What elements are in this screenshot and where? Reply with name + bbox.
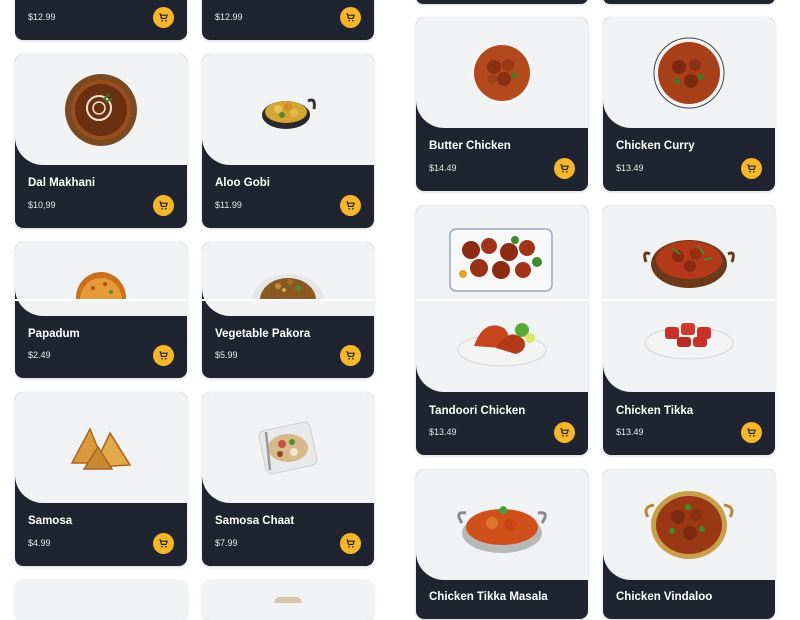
image-divider [202,299,374,301]
dish-price: $10,99 [28,200,56,210]
image-divider [416,299,588,301]
samosa-chaat-image [258,421,318,474]
dish-price: $13.49 [616,427,644,437]
aloo-gobi-image [262,98,316,129]
dish-name: Papadum [28,328,80,340]
dish-price: $12.99 [215,12,243,22]
samosa-image [70,426,132,470]
dish-name: Aloo Gobi [215,177,270,189]
tandoori-chicken-image [457,323,547,367]
dish-image [603,205,775,392]
dish-image [603,17,775,128]
vegetable-pakora-image [252,274,324,300]
dish-name: Tandoori Chicken [429,405,526,417]
add-to-cart-button[interactable] [741,422,762,443]
cart-icon [747,164,757,173]
add-to-cart-button[interactable] [153,533,174,554]
dish-price: $4.99 [28,538,51,548]
dish-price: $5.99 [215,350,238,360]
cart-icon [346,13,356,22]
dish-name: Chicken Curry [616,140,695,152]
cart-icon [159,13,169,22]
add-to-cart-button[interactable] [554,422,575,443]
add-to-cart-button[interactable] [340,195,361,216]
menu-card[interactable]: Papadum $2.49 [15,242,187,378]
chicken-karahi-image [643,240,735,288]
dish-name: Butter Chicken [429,140,511,152]
chicken-tikka-image [644,323,734,360]
add-to-cart-button[interactable] [340,345,361,366]
dish-price: $2.49 [28,350,51,360]
dish-image-partial [274,597,302,603]
cart-icon [159,201,169,210]
menu-card[interactable]: Samosa $4.99 [15,392,187,566]
dish-image [202,54,374,165]
add-to-cart-button[interactable] [340,533,361,554]
dish-name: Chicken Tikka [616,405,694,417]
add-to-cart-button[interactable] [153,345,174,366]
dish-image [416,17,588,128]
add-to-cart-button[interactable] [340,7,361,28]
menu-card[interactable]: Chicken Vindaloo [603,469,775,619]
chicken-tikka-masala-image [457,505,547,553]
menu-card[interactable]: Tandoori Chicken $13.49 [416,205,588,455]
dish-price: $11.99 [215,200,242,210]
menu-card[interactable]: Vegetable Pakora $5.99 [202,242,374,378]
cart-icon [560,428,570,437]
dish-name: Chicken Vindaloo [616,591,713,603]
dish-price: $14.49 [429,163,457,173]
menu-card[interactable] [202,580,374,620]
add-to-cart-button[interactable] [554,158,575,179]
dal-makhani-image [65,73,137,146]
dish-price: $13.49 [429,427,457,437]
menu-card[interactable]: Butter Chicken $14.49 [416,17,588,191]
dish-price: $7.99 [215,538,238,548]
menu-card[interactable]: $12.99 [202,0,374,40]
menu-card[interactable] [15,580,187,620]
dish-name: Samosa Chaat [215,515,295,527]
chicken-vindaloo-image [644,490,734,559]
menu-card[interactable]: Chicken Tikka $13.49 [603,205,775,455]
dish-price: $12.99 [28,12,56,22]
menu-card[interactable] [416,0,588,4]
image-divider [15,299,187,301]
cart-icon [346,351,356,360]
cart-icon [159,351,169,360]
menu-card[interactable]: Chicken Tikka Masala [416,469,588,619]
cart-icon [159,539,169,548]
dish-image [416,469,588,580]
dish-name: Vegetable Pakora [215,328,311,340]
dish-name: Dal Makhani [28,177,96,189]
chicken-65-image [449,228,553,292]
papadum-image [76,272,126,300]
dish-image [15,392,187,503]
chicken-curry-image [653,37,725,108]
add-to-cart-button[interactable] [153,7,174,28]
dish-image [416,205,588,392]
cart-icon [346,201,356,210]
dish-image [202,392,374,503]
cart-icon [747,428,757,437]
menu-card[interactable] [603,0,775,4]
menu-card[interactable]: Dal Makhani $10,99 [15,54,187,228]
menu-card[interactable]: Samosa Chaat $7.99 [202,392,374,566]
dish-image [15,54,187,165]
add-to-cart-button[interactable] [153,195,174,216]
butter-chicken-image [471,41,533,104]
dish-image [603,469,775,580]
dish-name: Samosa [28,515,73,527]
image-divider [603,299,775,301]
dish-name: Chicken Tikka Masala [429,591,548,603]
dish-image [202,242,374,316]
cart-icon [560,164,570,173]
menu-card[interactable]: Chicken Curry $13.49 [603,17,775,191]
add-to-cart-button[interactable] [741,158,762,179]
dish-image [15,242,187,316]
menu-card[interactable]: Aloo Gobi $11.99 [202,54,374,228]
menu-card[interactable]: $12.99 [15,0,187,40]
dish-price: $13.49 [616,163,644,173]
cart-icon [346,539,356,548]
